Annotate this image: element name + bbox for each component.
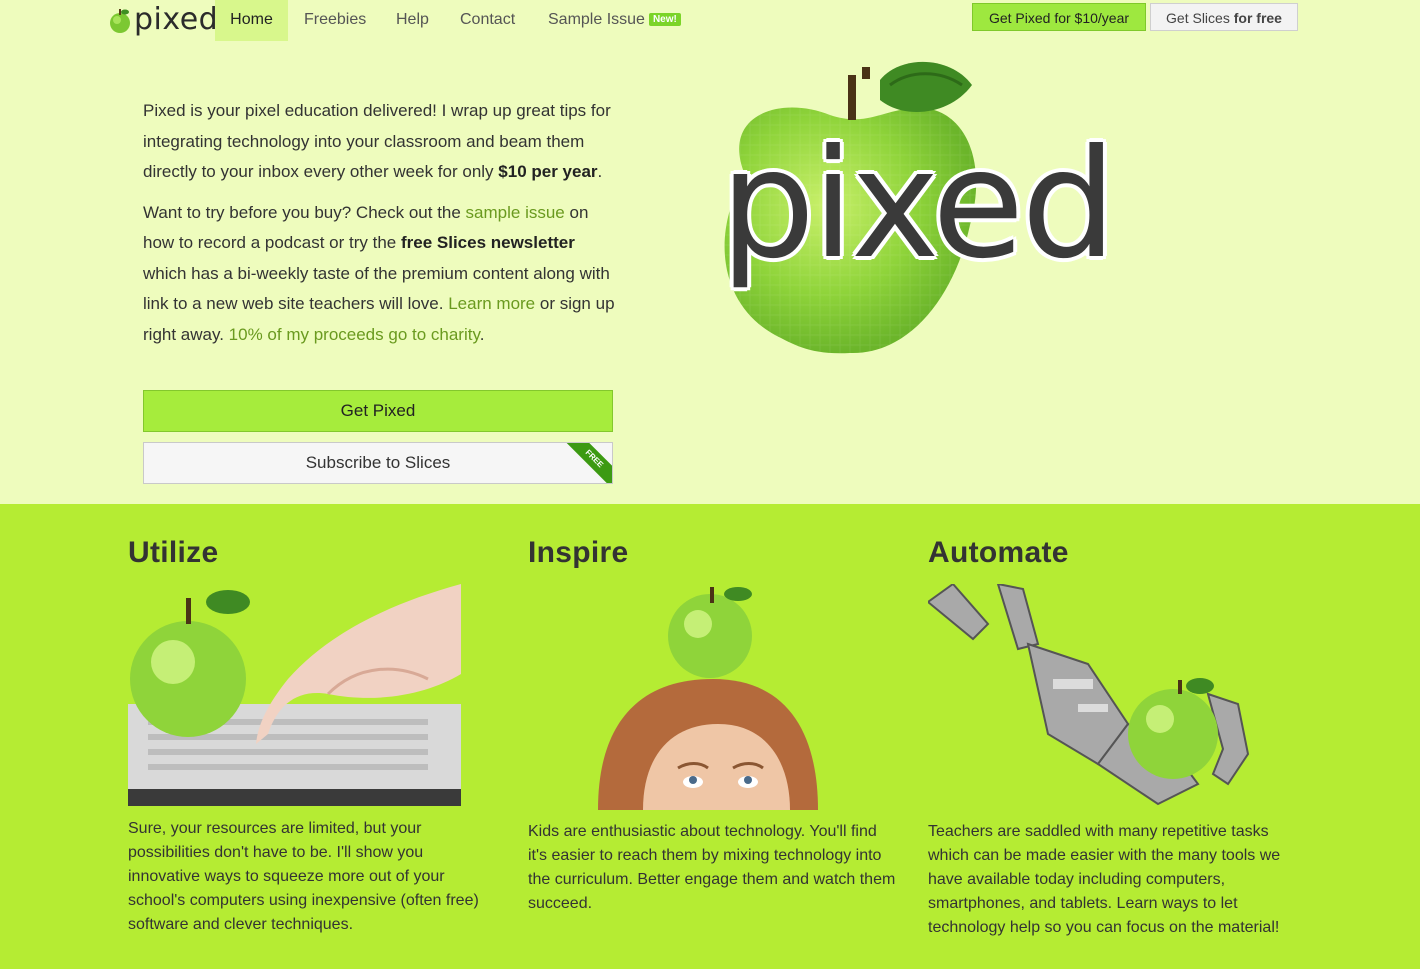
get-pixed-button[interactable]: Get Pixed — [143, 390, 613, 432]
nav-sample-issue[interactable]: Sample Issue New! — [548, 0, 681, 41]
free-slices-text: free Slices newsletter — [400, 233, 575, 252]
new-badge: New! — [648, 13, 681, 26]
feature-title: Inspire — [528, 536, 629, 569]
get-slices-label: Get Slices — [1166, 10, 1234, 26]
apple-keyboard-hand-icon — [128, 584, 461, 806]
feature-description: Sure, your resources are limited, but yo… — [128, 820, 479, 933]
feature-title: Automate — [928, 536, 1069, 569]
intro-p1-end: . — [597, 162, 603, 181]
logo-wordmark: pixed — [134, 2, 219, 37]
intro-paragraph-1: Pixed is your pixel education delivered!… — [143, 96, 618, 188]
free-ribbon: FREE — [560, 443, 612, 483]
subscribe-slices-button[interactable]: Subscribe to Slices FREE — [143, 442, 613, 484]
get-pixed-top-button[interactable]: Get Pixed for $10/year — [972, 3, 1146, 31]
nav-home[interactable]: Home — [215, 0, 288, 41]
robot-hand-apple-icon — [928, 584, 1250, 806]
feature-description: Kids are enthusiastic about technology. … — [528, 823, 896, 912]
feature-description: Teachers are saddled with many repetitiv… — [928, 823, 1281, 936]
nav-freebies[interactable]: Freebies — [304, 0, 366, 41]
for-free-label: for free — [1233, 10, 1282, 26]
top-nav: pixed Home Freebies Help Contact Sample … — [0, 0, 1420, 41]
nav-freebies-label: Freebies — [304, 11, 367, 28]
price-text: $10 per year — [498, 162, 598, 181]
nav-home-label: Home — [230, 11, 273, 28]
apple-logo-icon — [110, 9, 130, 33]
nav-help-label: Help — [396, 11, 429, 28]
subscribe-slices-label: Subscribe to Slices — [305, 453, 451, 472]
get-slices-top-button[interactable]: Get Slices for free — [1150, 3, 1298, 31]
hero-wordmark: pixed — [720, 118, 1117, 292]
intro-paragraph-2: Want to try before you buy? Check out th… — [143, 198, 618, 351]
charity-link[interactable]: 10% of my proceeds go to charity — [229, 325, 480, 344]
nav-help[interactable]: Help — [396, 0, 429, 41]
logo[interactable]: pixed — [108, 2, 218, 38]
sample-issue-link[interactable]: sample issue — [466, 203, 565, 222]
intro-p2-text-a: Want to try before you buy? Check out th… — [143, 202, 466, 222]
feature-title: Utilize — [128, 536, 219, 569]
intro-text: Pixed is your pixel education delivered!… — [143, 96, 618, 360]
nav-contact-label: Contact — [460, 11, 516, 28]
features-section: Utilize Sure, your resources are limited… — [0, 504, 1420, 969]
intro-p2-end: . — [479, 324, 485, 344]
nav-contact[interactable]: Contact — [460, 0, 515, 41]
nav-sample-issue-label: Sample Issue — [548, 11, 645, 28]
learn-more-link[interactable]: Learn more — [448, 294, 535, 313]
apple-on-head-icon — [598, 587, 818, 810]
